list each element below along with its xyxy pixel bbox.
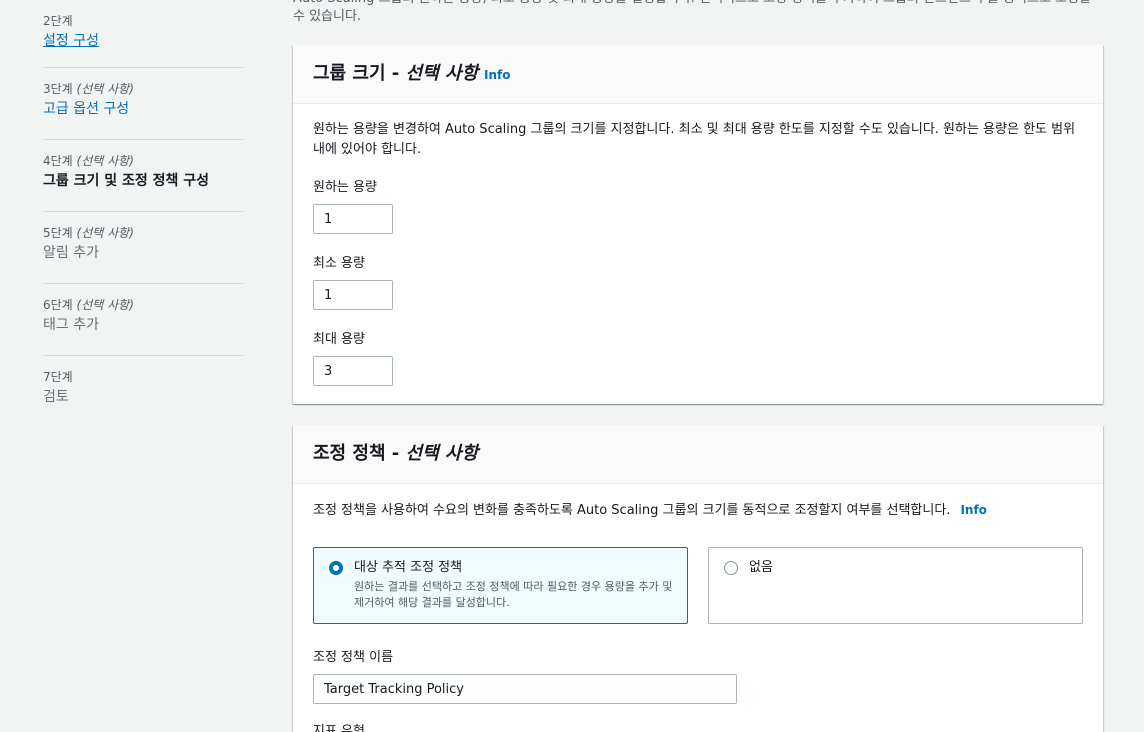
group-size-body: 원하는 용량을 변경하여 Auto Scaling 그룹의 크기를 지정합니다.… bbox=[293, 104, 1103, 406]
radio-checked-icon[interactable] bbox=[329, 561, 343, 575]
page: 2단계 설정 구성 3단계 (선택 사항) 고급 옵션 구성 4단계 (선택 사… bbox=[0, 0, 1144, 732]
group-size-title: 그룹 크기 - bbox=[313, 63, 406, 84]
group-size-header: 그룹 크기 - 선택 사항 Info bbox=[293, 45, 1103, 104]
step-5-title: 알림 추가 bbox=[43, 245, 99, 261]
step-7: 7단계 검토 bbox=[43, 356, 243, 428]
desired-capacity-input[interactable] bbox=[313, 204, 393, 234]
target-tracking-option-card[interactable]: 대상 추적 조정 정책 원하는 결과를 선택하고 조정 정책에 따라 필요한 경… bbox=[313, 547, 688, 624]
step-2: 2단계 설정 구성 bbox=[43, 0, 243, 68]
step-2-link[interactable]: 설정 구성 bbox=[43, 31, 243, 51]
group-size-panel: 그룹 크기 - 선택 사항 Info 원하는 용량을 변경하여 Auto Scal… bbox=[293, 45, 1103, 404]
scaling-policy-info-link[interactable]: Info bbox=[960, 503, 986, 517]
no-policy-option-card[interactable]: 없음 bbox=[708, 547, 1083, 624]
intro-text: Auto Scaling 그룹의 원하는 용량, 최소 용량 및 최대 용량을 … bbox=[293, 0, 1091, 24]
no-policy-option-title: 없음 bbox=[749, 560, 773, 575]
desired-capacity-label: 원하는 용량 bbox=[313, 180, 377, 195]
scaling-policy-title-optional: 선택 사항 bbox=[405, 443, 479, 464]
step-6-title: 태그 추가 bbox=[43, 317, 99, 333]
step-3-number: 3단계 (선택 사항) bbox=[43, 82, 134, 96]
scaling-policy-panel: 조정 정책 - 선택 사항 조정 정책을 사용하여 수요의 변화를 충족하도록 … bbox=[293, 425, 1103, 732]
target-tracking-option-description: 원하는 결과를 선택하고 조정 정책에 따라 필요한 경우 용량을 추가 및 제… bbox=[354, 580, 673, 609]
radio-unchecked-icon[interactable] bbox=[724, 561, 738, 575]
step-5-number: 5단계 (선택 사항) bbox=[43, 226, 134, 240]
group-size-description: 원하는 용량을 변경하여 Auto Scaling 그룹의 크기를 지정합니다.… bbox=[313, 122, 1076, 157]
step-6-number: 6단계 (선택 사항) bbox=[43, 298, 134, 312]
target-tracking-option-title: 대상 추적 조정 정책 bbox=[354, 560, 463, 575]
max-capacity-label: 최대 용량 bbox=[313, 332, 365, 347]
group-size-title-optional: 선택 사항 bbox=[405, 63, 479, 84]
scaling-policy-body: 조정 정책을 사용하여 수요의 변화를 충족하도록 Auto Scaling 그… bbox=[293, 484, 1103, 732]
step-2-number: 2단계 bbox=[43, 14, 73, 28]
metric-type-label: 지표 유형 bbox=[313, 724, 365, 732]
max-capacity-input[interactable] bbox=[313, 356, 393, 386]
scaling-policy-header: 조정 정책 - 선택 사항 bbox=[293, 425, 1103, 484]
step-6: 6단계 (선택 사항) 태그 추가 bbox=[43, 284, 243, 356]
step-5: 5단계 (선택 사항) 알림 추가 bbox=[43, 212, 243, 284]
min-capacity-label: 최소 용량 bbox=[313, 256, 365, 271]
step-4-number: 4단계 (선택 사항) bbox=[43, 154, 134, 168]
step-3-link[interactable]: 고급 옵션 구성 bbox=[43, 99, 243, 119]
step-7-number: 7단계 bbox=[43, 370, 73, 384]
policy-name-label: 조정 정책 이름 bbox=[313, 650, 394, 665]
min-capacity-input[interactable] bbox=[313, 280, 393, 310]
step-7-title: 검토 bbox=[43, 389, 69, 405]
step-4: 4단계 (선택 사항) 그룹 크기 및 조정 정책 구성 bbox=[43, 140, 243, 212]
scaling-policy-title: 조정 정책 - bbox=[313, 443, 406, 464]
group-size-info-link[interactable]: Info bbox=[484, 68, 510, 82]
step-3: 3단계 (선택 사항) 고급 옵션 구성 bbox=[43, 68, 243, 140]
policy-name-input[interactable] bbox=[313, 674, 737, 704]
step-4-current: 그룹 크기 및 조정 정책 구성 bbox=[43, 173, 210, 189]
scaling-policy-description: 조정 정책을 사용하여 수요의 변화를 충족하도록 Auto Scaling 그… bbox=[313, 503, 987, 518]
wizard-steps-sidebar: 2단계 설정 구성 3단계 (선택 사항) 고급 옵션 구성 4단계 (선택 사… bbox=[43, 0, 243, 428]
scaling-policy-options: 대상 추적 조정 정책 원하는 결과를 선택하고 조정 정책에 따라 필요한 경… bbox=[313, 547, 1083, 624]
